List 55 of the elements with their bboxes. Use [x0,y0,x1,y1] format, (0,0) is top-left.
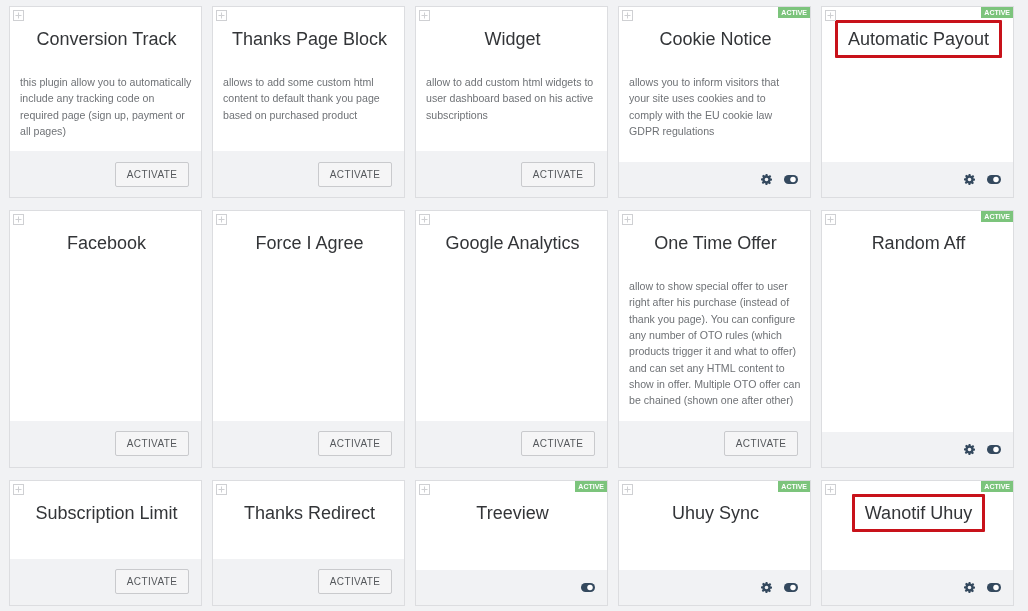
card-title: Cookie Notice [658,28,773,51]
toggle-icon[interactable] [987,444,1001,454]
card-title: Conversion Track [35,28,178,51]
plus-square-icon[interactable] [622,10,633,21]
card-title: One Time Offer [653,232,778,256]
card-title: Treeview [475,501,550,525]
card-title: Random Aff [870,232,967,256]
toggle-icon[interactable] [581,582,595,592]
card-description: allows to add some custom html content to default thank you page based on purchased product [223,75,381,123]
activate-button[interactable]: ACTIVATE [318,431,392,457]
settings-icon[interactable] [761,581,772,593]
toggle-icon[interactable] [784,175,798,185]
card-description: allow to show special offer to user right after his purchase (instead of thank you page). You can configure any number of OTO rules (which products trigger it and what to offer) and can set any HTML content to show in offer. Multiple OTO offer can be chained (shown one after other) [629,279,802,409]
settings-icon[interactable] [964,581,975,593]
activate-button[interactable]: ACTIVATE [318,161,392,187]
plus-square-icon[interactable] [622,483,633,495]
plus-square-icon[interactable] [216,214,227,226]
toggle-icon[interactable] [987,175,1001,185]
card-title: Widget [483,28,542,51]
activate-button[interactable]: ACTIVATE [115,569,189,595]
card-title: Wanotif Uhuy [851,493,986,532]
settings-icon[interactable] [964,174,975,186]
card-title: Force I Agree [254,232,365,256]
settings-icon[interactable] [964,443,975,455]
toggle-icon[interactable] [987,582,1001,592]
plus-square-icon[interactable] [825,483,836,495]
plus-square-icon[interactable] [419,483,430,495]
plus-square-icon[interactable] [216,10,227,21]
plus-square-icon[interactable] [13,214,24,226]
card-title: Uhuy Sync [670,501,760,525]
plus-square-icon[interactable] [216,483,227,495]
plus-square-icon[interactable] [825,10,836,21]
card-title: Subscription Limit [34,501,179,525]
plus-square-icon[interactable] [825,214,836,226]
card-description: this plugin allow you to automatically include any tracking code on required page (sign up, payment or all pages) [20,75,193,139]
activate-button[interactable]: ACTIVATE [115,161,189,187]
activate-button[interactable]: ACTIVATE [724,431,798,457]
plus-square-icon[interactable] [419,10,430,21]
activate-button[interactable]: ACTIVATE [318,569,392,595]
activate-button[interactable]: ACTIVATE [521,431,595,457]
plus-square-icon[interactable] [622,214,633,226]
settings-icon[interactable] [761,174,772,186]
card-title: Google Analytics [444,232,581,256]
card-title: Thanks Page Block [230,28,389,51]
card-description: allow to add custom html widgets to user dashboard based on his active subscriptions [426,75,595,123]
toggle-icon[interactable] [784,582,798,592]
plus-square-icon[interactable] [419,214,430,226]
card-description: allows you to inform visitors that your site uses cookies and to comply with the EU cookie law GDPR regulations [629,75,781,139]
card-title: Facebook [65,232,148,256]
activate-button[interactable]: ACTIVATE [521,161,595,187]
plus-square-icon[interactable] [13,483,24,495]
card-title: Automatic Payout [834,20,1003,58]
card-title: Thanks Redirect [242,501,377,525]
activate-button[interactable]: ACTIVATE [115,431,189,457]
plus-square-icon[interactable] [13,10,24,21]
